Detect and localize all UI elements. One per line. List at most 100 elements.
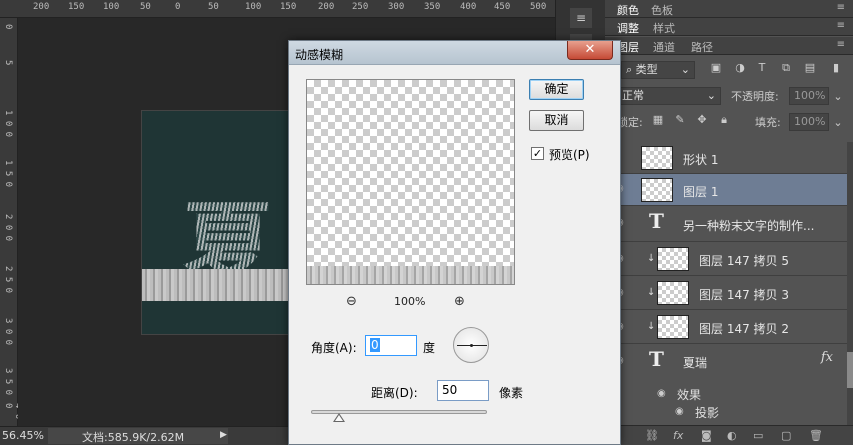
preview-label[interactable]: 预览(P) [549,146,590,163]
layers-scrollbar[interactable] [847,142,853,425]
preview-checkbox[interactable]: ✓ [531,147,544,160]
cancel-button[interactable]: 取消 [529,110,584,131]
preview-motion-band [307,266,514,284]
pixel-filter-icon[interactable]: ▣ [709,61,723,75]
layers-toolbar: ⌕ 类型 ⌄ ▣ ◑ T ⧉ ▤ ▮ 正常 ⌄ 不透明度: 100% ⌄ 锁定:… [605,56,853,136]
zoom-out-icon[interactable]: ⊖ [346,294,357,309]
distance-input[interactable]: 50 [437,380,489,401]
ruler-tick: 0 [3,24,13,30]
fill-input[interactable]: 100% [789,113,829,131]
fill-label: 填充: [755,116,781,129]
layer-name: 图层 147 拷贝 2 [699,322,789,336]
drop-shadow-label: 投影 [695,406,720,420]
adjustment-icon[interactable]: ◐ [727,429,737,442]
tab-swatches[interactable]: 色板 [651,2,673,18]
tab-channels[interactable]: 通道 [653,39,675,55]
layer-row[interactable]: ◉ T 另一种粉末文字的制作... [605,206,847,242]
layer-row[interactable]: 形状 1 [605,142,847,174]
layer-thumbnail [641,178,673,202]
panel-menu-icon[interactable]: ≡ [837,39,845,50]
clip-arrow-icon: ↓ [647,321,656,332]
fx-icon[interactable]: fx [821,350,833,365]
layer-row[interactable]: ◉ T 夏瑞 fx [605,344,847,378]
new-layer-icon[interactable]: ▢ [781,429,791,442]
scrollbar-thumb[interactable] [847,352,853,388]
history-icon[interactable]: ≡ [570,8,592,28]
document-canvas[interactable]: 夏 [141,110,291,335]
close-icon[interactable]: ✕ [567,41,613,60]
filter-row: ⌕ 类型 ⌄ ▣ ◑ T ⧉ ▤ ▮ [605,58,853,82]
ruler-tick: 200 [318,2,335,12]
search-icon: ⌕ [626,63,633,76]
color-panel-tabs: 颜色 色板 ≡ [605,0,853,18]
ruler-tick: 150 [68,2,85,12]
layer-row[interactable]: ◉ ↓ 图层 147 拷贝 2 [605,310,847,344]
preview-zoom-row: ⊖ 100% ⊕ [306,294,515,312]
trash-icon[interactable]: 🗑︎ [809,429,823,442]
panel-menu-icon[interactable]: ≡ [837,20,845,31]
tab-adjustments[interactable]: 调整 [617,20,639,36]
ruler-tick: 0 [175,2,181,12]
adjustment-filter-icon[interactable]: ◑ [733,61,747,75]
ruler-top: 200 150 100 50 0 50 100 150 200 250 300 … [0,0,555,18]
ruler-tick: 100 [103,2,120,12]
filter-kind-label: 类型 [635,63,658,76]
lock-image-icon[interactable]: ✎ [673,113,687,127]
tab-paths[interactable]: 路径 [691,39,713,55]
lock-transparent-icon[interactable]: ▦ [651,113,665,127]
motion-blur-dialog: 动感模糊 ✕ ⊖ 100% ⊕ 确定 取消 ✓ 预览(P) 角度(A): 0 度… [288,40,621,445]
filter-toggle-icon[interactable]: ▮ [829,61,843,75]
mask-icon[interactable]: ◙ [701,429,712,442]
fx-icon[interactable]: fx [673,429,683,442]
layer-row[interactable]: ◉ ↓ 图层 147 拷贝 5 [605,242,847,276]
ruler-tick: 350 [424,2,441,12]
preview-zoom-value: 100% [394,295,426,308]
play-arrow-icon[interactable]: ▶ [220,430,227,440]
type-filter-icon[interactable]: T [755,61,769,75]
folder-icon[interactable]: ▭ [753,429,763,442]
chevron-down-icon[interactable]: ⌄ [831,116,845,130]
layer-row[interactable]: ◉ ↓ 图层 147 拷贝 3 [605,276,847,310]
distance-slider-thumb[interactable] [332,413,345,422]
clip-arrow-icon: ↓ [647,287,656,298]
filter-preview[interactable] [306,79,515,285]
ruler-tick: 2 5 0 [3,266,13,294]
angle-dial-center [470,344,473,347]
right-panels: 颜色 色板 ≡ 调整 样式 ≡ 图层 通道 路径 ≡ ⌕ 类型 ⌄ ▣ ◑ T … [605,0,853,445]
tab-styles[interactable]: 样式 [653,20,675,36]
ruler-tick: 1 5 0 [3,160,13,188]
smart-object-filter-icon[interactable]: ▤ [803,61,817,75]
lock-row: 锁定: ▦ ✎ ✥ 🔒︎ 填充: 100% ⌄ [605,110,853,134]
ruler-tick: 450 [494,2,511,12]
filter-kind-select[interactable]: ⌕ 类型 ⌄ [621,61,695,79]
layer-name: 图层 147 拷贝 5 [699,254,789,268]
angle-input[interactable]: 0 [365,335,417,356]
ruler-tick: 400 [460,2,477,12]
angle-value: 0 [370,338,380,352]
lock-all-icon[interactable]: 🔒︎ [717,113,731,127]
distance-unit: 像素 [499,386,524,400]
zoom-in-icon[interactable]: ⊕ [454,294,465,309]
opacity-input[interactable]: 100% [789,87,829,105]
panel-menu-icon[interactable]: ≡ [837,2,845,13]
ruler-tick: 2 0 0 [3,214,13,242]
eye-icon[interactable]: ◉ [657,388,671,400]
text-layer-icon: T [649,209,664,233]
angle-dial[interactable] [453,327,489,363]
ruler-tick: 150 [280,2,297,12]
lock-position-icon[interactable]: ✥ [695,113,709,127]
chevron-down-icon[interactable]: ⌄ [831,90,845,104]
ok-button[interactable]: 确定 [529,79,584,100]
eye-icon[interactable]: ◉ [675,406,689,418]
blend-mode-select[interactable]: 正常 ⌄ [617,87,721,105]
doc-size-info[interactable]: 文档:585.9K/2.62M [48,428,228,444]
blend-mode-label: 正常 [622,89,644,102]
tab-color[interactable]: 颜色 [617,2,639,18]
zoom-level[interactable]: 56.45% [2,429,44,442]
dialog-titlebar[interactable]: 动感模糊 ✕ [289,41,620,65]
layer-row[interactable]: ◉ 图层 1 [605,174,847,206]
link-icon[interactable]: ⛓ [645,429,659,442]
ruler-tick: 1 0 0 [3,110,13,138]
shape-filter-icon[interactable]: ⧉ [779,61,793,75]
layer-name: 形状 1 [683,153,719,167]
